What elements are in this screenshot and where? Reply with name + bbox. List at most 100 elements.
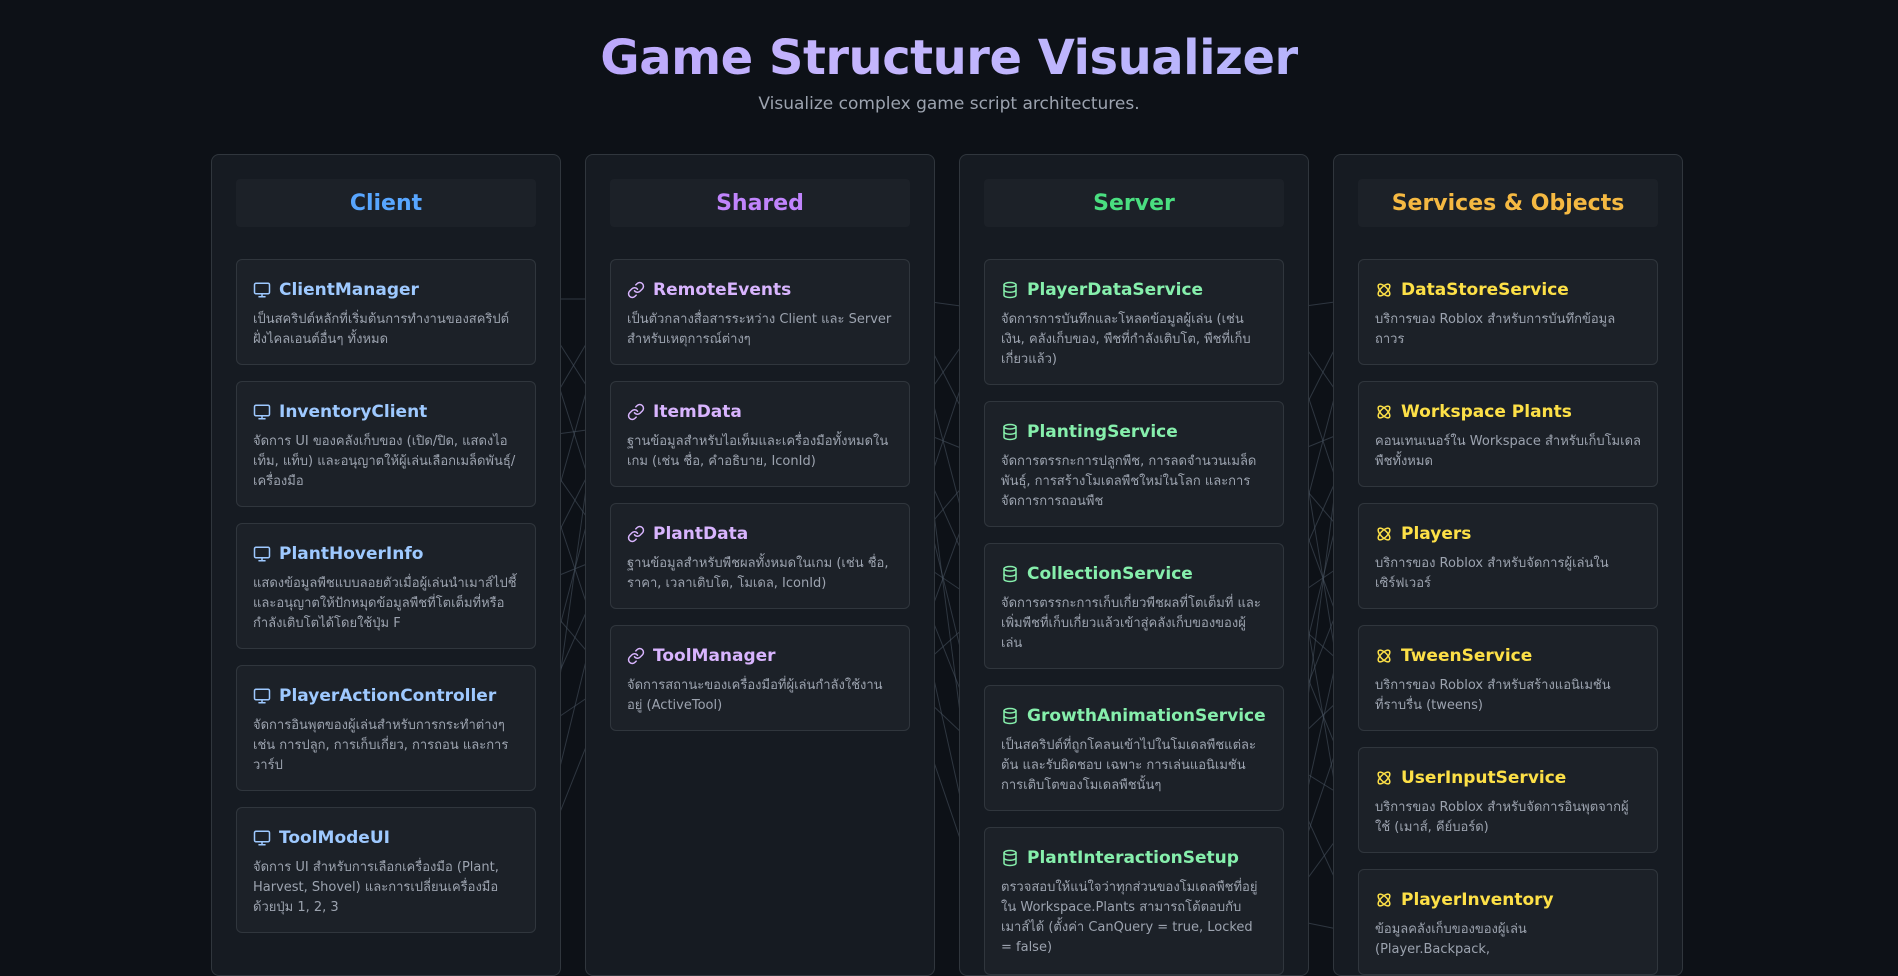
node-description: จัดการอินพุตของผู้เล่นสำหรับการกระทำต่าง… <box>253 718 509 773</box>
node-title-row: ToolModeUI <box>253 828 519 848</box>
node-description: แสดงข้อมูลพืชแบบลอยตัวเมื่อผู้เล่นนำเมาส… <box>253 576 517 631</box>
node-card[interactable]: PlantInteractionSetup ตรวจสอบให้แน่ใจว่าท… <box>984 827 1284 975</box>
node-description: ข้อมูลคลังเก็บของของผู้เล่น (Player.Back… <box>1375 922 1527 957</box>
column-header-client: Client <box>236 179 536 227</box>
monitor-icon <box>253 281 271 299</box>
node-name: GrowthAnimationService <box>1027 706 1266 726</box>
column-client: Client ClientManager เป็นสคริปต์หลักที่เริ… <box>211 154 561 976</box>
link-icon <box>627 281 645 299</box>
node-title-row: UserInputService <box>1375 768 1641 788</box>
monitor-icon <box>253 829 271 847</box>
node-title-row: ItemData <box>627 402 893 422</box>
node-card[interactable]: ItemData ฐานข้อมูลสำหรับไอเท็มและเครื่องม… <box>610 381 910 487</box>
node-card[interactable]: UserInputService บริการของ Roblox สำหรับจ… <box>1358 747 1658 853</box>
node-title-row: CollectionService <box>1001 564 1267 584</box>
node-card[interactable]: DataStoreService บริการของ Roblox สำหรับก… <box>1358 259 1658 365</box>
node-description: จัดการ UI ของคลังเก็บของ (เปิด/ปิด, แสดง… <box>253 434 516 489</box>
node-description: จัดการตรรกะการปลูกพืช, การลดจำนวนเมล็ดพั… <box>1001 454 1257 509</box>
node-name: Players <box>1401 524 1472 544</box>
node-description: จัดการ UI สำหรับการเลือกเครื่องมือ (Plan… <box>253 860 499 915</box>
node-name: PlantInteractionSetup <box>1027 848 1239 868</box>
node-title-row: ClientManager <box>253 280 519 300</box>
node-card[interactable]: ToolManager จัดการสถานะของเครื่องมือที่ผู… <box>610 625 910 731</box>
node-card[interactable]: TweenService บริการของ Roblox สำหรับสร้าง… <box>1358 625 1658 731</box>
orbit-icon <box>1375 769 1393 787</box>
node-card[interactable]: ClientManager เป็นสคริปต์หลักที่เริ่มต้นก… <box>236 259 536 365</box>
node-description: จัดการการบันทึกและโหลดข้อมูลผู้เล่น (เช่… <box>1001 312 1251 367</box>
node-description: บริการของ Roblox สำหรับจัดการอินพุตจากผู… <box>1375 800 1629 835</box>
link-icon <box>627 403 645 421</box>
node-name: DataStoreService <box>1401 280 1569 300</box>
node-title-row: PlayerActionController <box>253 686 519 706</box>
node-name: ToolModeUI <box>279 828 390 848</box>
orbit-icon <box>1375 403 1393 421</box>
node-name: PlayerDataService <box>1027 280 1204 300</box>
node-description: จัดการสถานะของเครื่องมือที่ผู้เล่นกำลังใ… <box>627 678 883 713</box>
node-title-row: GrowthAnimationService <box>1001 706 1267 726</box>
page-title: Game Structure Visualizer <box>0 30 1898 86</box>
monitor-icon <box>253 545 271 563</box>
node-name: CollectionService <box>1027 564 1193 584</box>
node-name: ClientManager <box>279 280 419 300</box>
monitor-icon <box>253 687 271 705</box>
page-subtitle: Visualize complex game script architectu… <box>758 94 1140 114</box>
node-title-row: RemoteEvents <box>627 280 893 300</box>
database-icon <box>1001 565 1019 583</box>
node-name: TweenService <box>1401 646 1533 666</box>
node-title-row: PlantInteractionSetup <box>1001 848 1267 868</box>
node-name: PlayerActionController <box>279 686 497 706</box>
node-description: ฐานข้อมูลสำหรับพืชผลทั้งหมดในเกม (เช่น ช… <box>627 556 889 591</box>
node-name: Workspace Plants <box>1401 402 1572 422</box>
node-name: PlayerInventory <box>1401 890 1554 910</box>
node-description: เป็นสคริปต์ที่ถูกโคลนเข้าไปในโมเดลพืชแต่… <box>1001 738 1256 793</box>
node-name: RemoteEvents <box>653 280 792 300</box>
column-header-services: Services & Objects <box>1358 179 1658 227</box>
column-header-server: Server <box>984 179 1284 227</box>
link-icon <box>627 525 645 543</box>
node-description: บริการของ Roblox สำหรับสร้างแอนิเมชันที่… <box>1375 678 1611 713</box>
database-icon <box>1001 281 1019 299</box>
node-card[interactable]: PlantingService จัดการตรรกะการปลูกพืช, กา… <box>984 401 1284 527</box>
node-description: จัดการตรรกะการเก็บเกี่ยวพืชผลที่โตเต็มที… <box>1001 596 1261 651</box>
orbit-icon <box>1375 281 1393 299</box>
column-shared: Shared RemoteEvents เป็นตัวกลางสื่อสารระหว… <box>585 154 935 976</box>
node-card[interactable]: InventoryClient จัดการ UI ของคลังเก็บของ … <box>236 381 536 507</box>
column-services: Services & Objects DataStoreService บริการ… <box>1333 154 1683 976</box>
link-icon <box>627 647 645 665</box>
orbit-icon <box>1375 525 1393 543</box>
node-card[interactable]: PlantData ฐานข้อมูลสำหรับพืชผลทั้งหมดในเก… <box>610 503 910 609</box>
node-card[interactable]: PlantHoverInfo แสดงข้อมูลพืชแบบลอยตัวเมื่… <box>236 523 536 649</box>
node-card[interactable]: PlayerDataService จัดการการบันทึกและโหลดข… <box>984 259 1284 385</box>
node-card[interactable]: CollectionService จัดการตรรกะการเก็บเกี่ย… <box>984 543 1284 669</box>
node-title-row: ToolManager <box>627 646 893 666</box>
node-card[interactable]: GrowthAnimationService เป็นสคริปต์ที่ถูกโ… <box>984 685 1284 811</box>
node-card[interactable]: PlayerInventory ข้อมูลคลังเก็บของของผู้เล… <box>1358 869 1658 975</box>
orbit-icon <box>1375 891 1393 909</box>
node-description: คอนเทนเนอร์ใน Workspace สำหรับเก็บโมเดลพ… <box>1375 434 1641 469</box>
node-description: บริการของ Roblox สำหรับการบันทึกข้อมูลถา… <box>1375 312 1616 347</box>
node-title-row: PlantHoverInfo <box>253 544 519 564</box>
node-card[interactable]: Workspace Plants คอนเทนเนอร์ใน Workspace … <box>1358 381 1658 487</box>
node-title-row: InventoryClient <box>253 402 519 422</box>
database-icon <box>1001 707 1019 725</box>
node-title-row: Workspace Plants <box>1375 402 1641 422</box>
node-card[interactable]: PlayerActionController จัดการอินพุตของผู้… <box>236 665 536 791</box>
node-name: ItemData <box>653 402 742 422</box>
column-server: Server PlayerDataService จัดการการบันทึกแล… <box>959 154 1309 976</box>
node-title-row: PlantData <box>627 524 893 544</box>
orbit-icon <box>1375 647 1393 665</box>
database-icon <box>1001 423 1019 441</box>
node-card[interactable]: RemoteEvents เป็นตัวกลางสื่อสารระหว่าง Cl… <box>610 259 910 365</box>
column-header-shared: Shared <box>610 179 910 227</box>
node-name: InventoryClient <box>279 402 428 422</box>
node-name: PlantHoverInfo <box>279 544 424 564</box>
node-name: ToolManager <box>653 646 776 666</box>
node-title-row: PlantingService <box>1001 422 1267 442</box>
database-icon <box>1001 849 1019 867</box>
node-card[interactable]: ToolModeUI จัดการ UI สำหรับการเลือกเครื่อ… <box>236 807 536 933</box>
node-description: บริการของ Roblox สำหรับจัดการผู้เล่นในเซ… <box>1375 556 1609 591</box>
node-title-row: TweenService <box>1375 646 1641 666</box>
node-title-row: PlayerDataService <box>1001 280 1267 300</box>
node-card[interactable]: Players บริการของ Roblox สำหรับจัดการผู้เ… <box>1358 503 1658 609</box>
header: Game Structure Visualizer Visualize comp… <box>0 0 1898 114</box>
